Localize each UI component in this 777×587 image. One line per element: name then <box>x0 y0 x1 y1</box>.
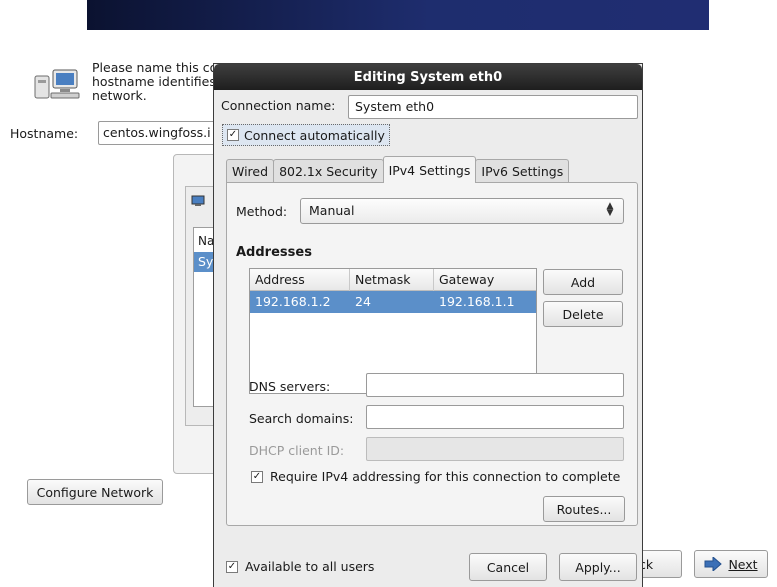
next-label: Next <box>728 556 758 572</box>
tab-ipv6-settings[interactable]: IPv6 Settings <box>475 159 570 183</box>
arrow-right-icon <box>704 557 723 571</box>
checkbox-checked-icon: ✓ <box>226 560 238 573</box>
intro-line: Please name this co <box>92 61 218 75</box>
method-label: Method: <box>236 204 288 219</box>
dialog-titlebar[interactable]: Editing System eth0 <box>214 64 642 90</box>
delete-button[interactable]: Delete <box>543 301 623 327</box>
select-arrows-icon: ▲ ▼ <box>606 201 614 218</box>
cancel-button[interactable]: Cancel <box>469 553 547 581</box>
column-header-netmask[interactable]: Netmask <box>350 269 434 291</box>
netmask-cell: 24 <box>355 294 371 309</box>
connect-automatically-label: Connect automatically <box>244 127 385 143</box>
installer-banner <box>87 0 709 30</box>
addresses-table-header: Address Netmask Gateway <box>250 269 536 291</box>
configure-network-button[interactable]: Configure Network <box>27 479 163 505</box>
intro-line: hostname identifies <box>92 74 216 89</box>
dialog-title: Editing System eth0 <box>353 69 503 85</box>
connect-automatically-checkbox[interactable]: ✓ Connect automatically <box>222 124 390 146</box>
hostname-input[interactable]: centos.wingfoss.i <box>98 121 222 145</box>
require-ipv4-checkbox[interactable]: ✓ Require IPv4 addressing for this conne… <box>251 469 620 484</box>
add-button[interactable]: Add <box>543 269 623 295</box>
method-select[interactable]: Manual ▲ ▼ <box>300 198 624 224</box>
column-header-address[interactable]: Address <box>250 269 350 291</box>
search-domains-input[interactable] <box>366 405 624 429</box>
available-to-all-users-checkbox[interactable]: ✓ Available to all users <box>226 559 374 574</box>
edit-connection-dialog: Editing System eth0 Connection name: Sys… <box>213 63 643 587</box>
tab-ipv4-settings[interactable]: IPv4 Settings <box>382 156 477 183</box>
tab-wired[interactable]: Wired <box>226 159 275 183</box>
available-to-all-users-label: Available to all users <box>245 559 375 574</box>
hostname-label: Hostname: <box>10 126 79 141</box>
tab-8021x-security[interactable]: 802.1x Security <box>273 159 384 183</box>
connections-list-header: Na <box>198 234 215 248</box>
column-header-gateway[interactable]: Gateway <box>434 269 538 291</box>
intro-text: Please name this co hostname identifies … <box>92 61 222 103</box>
dns-servers-label: DNS servers: <box>249 379 331 394</box>
require-ipv4-label: Require IPv4 addressing for this connect… <box>270 469 621 484</box>
next-button[interactable]: Next <box>694 550 768 578</box>
connection-name-label: Connection name: <box>221 98 336 113</box>
dhcp-client-id-input <box>366 437 624 461</box>
apply-button[interactable]: Apply... <box>559 553 637 581</box>
gateway-cell: 192.168.1.1 <box>439 294 515 309</box>
checkbox-checked-icon: ✓ <box>227 129 239 141</box>
search-domains-label: Search domains: <box>249 411 354 426</box>
dns-servers-input[interactable] <box>366 373 624 397</box>
address-cell: 192.168.1.2 <box>255 294 331 309</box>
intro-line: network. <box>92 88 147 103</box>
network-icon <box>191 195 205 206</box>
settings-tabs: Wired 802.1x Security IPv4 Settings IPv6… <box>226 156 570 183</box>
network-computers-icon <box>34 69 80 99</box>
method-value: Manual <box>309 203 355 218</box>
table-row[interactable]: 192.168.1.2 24 192.168.1.1 <box>250 291 536 313</box>
addresses-heading: Addresses <box>236 245 312 260</box>
dhcp-client-id-label: DHCP client ID: <box>249 443 345 458</box>
connection-name-input[interactable]: System eth0 <box>348 95 638 119</box>
routes-button[interactable]: Routes... <box>543 496 625 522</box>
checkbox-checked-icon: ✓ <box>251 470 263 483</box>
